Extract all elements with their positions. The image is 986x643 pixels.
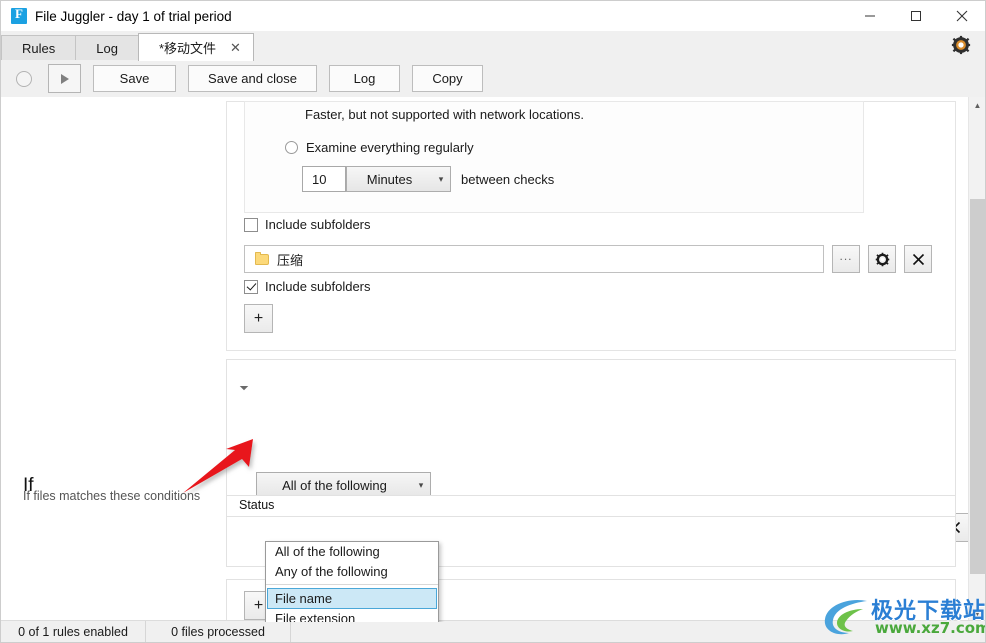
scan-mode-panel: Faster, but not supported with network l…: [244, 101, 864, 213]
dropdown-item-any-of-the-following[interactable]: Any of the following: [266, 562, 438, 582]
gear-icon: [875, 252, 889, 266]
tab-rules[interactable]: Rules: [1, 35, 77, 61]
between-checks-label: between checks: [461, 171, 555, 187]
scrollbar-thumb[interactable]: [970, 199, 985, 574]
window-title: File Juggler - day 1 of trial period: [35, 8, 232, 24]
status-column-header: Status: [239, 498, 275, 512]
checkbox-box[interactable]: [244, 279, 258, 294]
copy-button[interactable]: Copy: [412, 65, 483, 92]
include-subfolders-label-2: Include subfolders: [265, 279, 371, 294]
close-button[interactable]: [939, 1, 985, 31]
maximize-button[interactable]: [893, 1, 939, 31]
tab-log[interactable]: Log: [75, 35, 139, 61]
vertical-scrollbar[interactable]: ▲ ▼: [968, 97, 985, 622]
watermark-url: www.xz7.com: [875, 619, 986, 637]
tab-move-files[interactable]: *移动文件 ✕: [137, 33, 254, 61]
interval-unit-select[interactable]: Minutes ▾: [346, 166, 451, 192]
if-section-subtitle: If files matches these conditions: [23, 489, 201, 503]
title-bar: File Juggler - day 1 of trial period: [1, 1, 985, 31]
files-processed-status: 0 files processed: [146, 620, 291, 642]
include-subfolders-checkbox-1[interactable]: Include subfolders: [244, 217, 371, 232]
examine-regularly-option[interactable]: Examine everything regularly: [285, 140, 474, 155]
watermark-logo-icon: [824, 599, 867, 635]
tab-close-icon[interactable]: ✕: [230, 40, 241, 56]
browse-folder-button[interactable]: ...: [832, 245, 860, 273]
faster-note: Faster, but not supported with network l…: [305, 107, 584, 122]
folder-icon: [255, 251, 269, 265]
log-button[interactable]: Log: [329, 65, 400, 92]
watch-folder-row: 压缩 ...: [244, 245, 932, 273]
window-controls: [847, 1, 985, 31]
watch-folder-input[interactable]: 压缩: [244, 245, 824, 273]
dropdown-separator: [266, 584, 438, 585]
tab-rules-label: Rules: [22, 41, 56, 56]
dropdown-item-all-of-the-following[interactable]: All of the following: [266, 542, 438, 562]
interval-unit-value: Minutes: [366, 171, 413, 187]
play-icon: [60, 73, 69, 84]
include-subfolders-checkbox-2[interactable]: Include subfolders: [244, 279, 371, 294]
dropdown-item-file-name[interactable]: File name: [267, 588, 437, 609]
file-juggler-window: File Juggler - day 1 of trial period Rul…: [0, 0, 986, 643]
save-and-close-button[interactable]: Save and close: [188, 65, 317, 92]
dropdown-item-file-extension[interactable]: File extension: [266, 609, 438, 622]
tab-strip: Rules Log *移动文件 ✕: [1, 31, 985, 61]
tab-move-files-label: *移动文件: [158, 41, 217, 56]
watch-folder-name: 压缩: [277, 252, 304, 268]
rules-enabled-status: 0 of 1 rules enabled: [1, 620, 146, 642]
site-watermark: 极光下载站 www.xz7.com: [819, 593, 986, 641]
gear-icon: [951, 35, 971, 55]
settings-gear-button[interactable]: [951, 35, 971, 58]
interval-input[interactable]: 10: [302, 166, 346, 192]
chevron-down-icon: ▾: [418, 480, 424, 490]
folder-settings-button[interactable]: [868, 245, 896, 273]
rule-enabled-toggle[interactable]: [16, 70, 32, 87]
run-rule-button[interactable]: [48, 64, 81, 93]
include-subfolders-label-1: Include subfolders: [265, 217, 371, 232]
chevron-down-icon: ▾: [438, 173, 444, 184]
close-icon: [912, 253, 924, 265]
condition-field-dropdown[interactable]: All of the following Any of the followin…: [265, 541, 439, 622]
scroll-up-icon[interactable]: ▲: [969, 97, 985, 114]
match-mode-value: All of the following: [282, 478, 387, 493]
examine-regularly-radio[interactable]: [285, 141, 298, 154]
interval-row: 10 Minutes ▾ between checks: [302, 166, 554, 192]
tab-log-label: Log: [96, 41, 118, 56]
examine-regularly-label: Examine everything regularly: [306, 140, 474, 155]
app-icon: [11, 6, 27, 24]
rule-toolbar: Save Save and close Log Copy: [1, 60, 985, 98]
minimize-button[interactable]: [847, 1, 893, 31]
rule-editor-content: Faster, but not supported with network l…: [1, 97, 985, 622]
checkbox-box[interactable]: [244, 217, 258, 232]
remove-folder-button[interactable]: [904, 245, 932, 273]
save-button[interactable]: Save: [93, 65, 176, 92]
add-folder-button[interactable]: +: [244, 304, 273, 333]
status-header-row: Status: [227, 496, 955, 517]
